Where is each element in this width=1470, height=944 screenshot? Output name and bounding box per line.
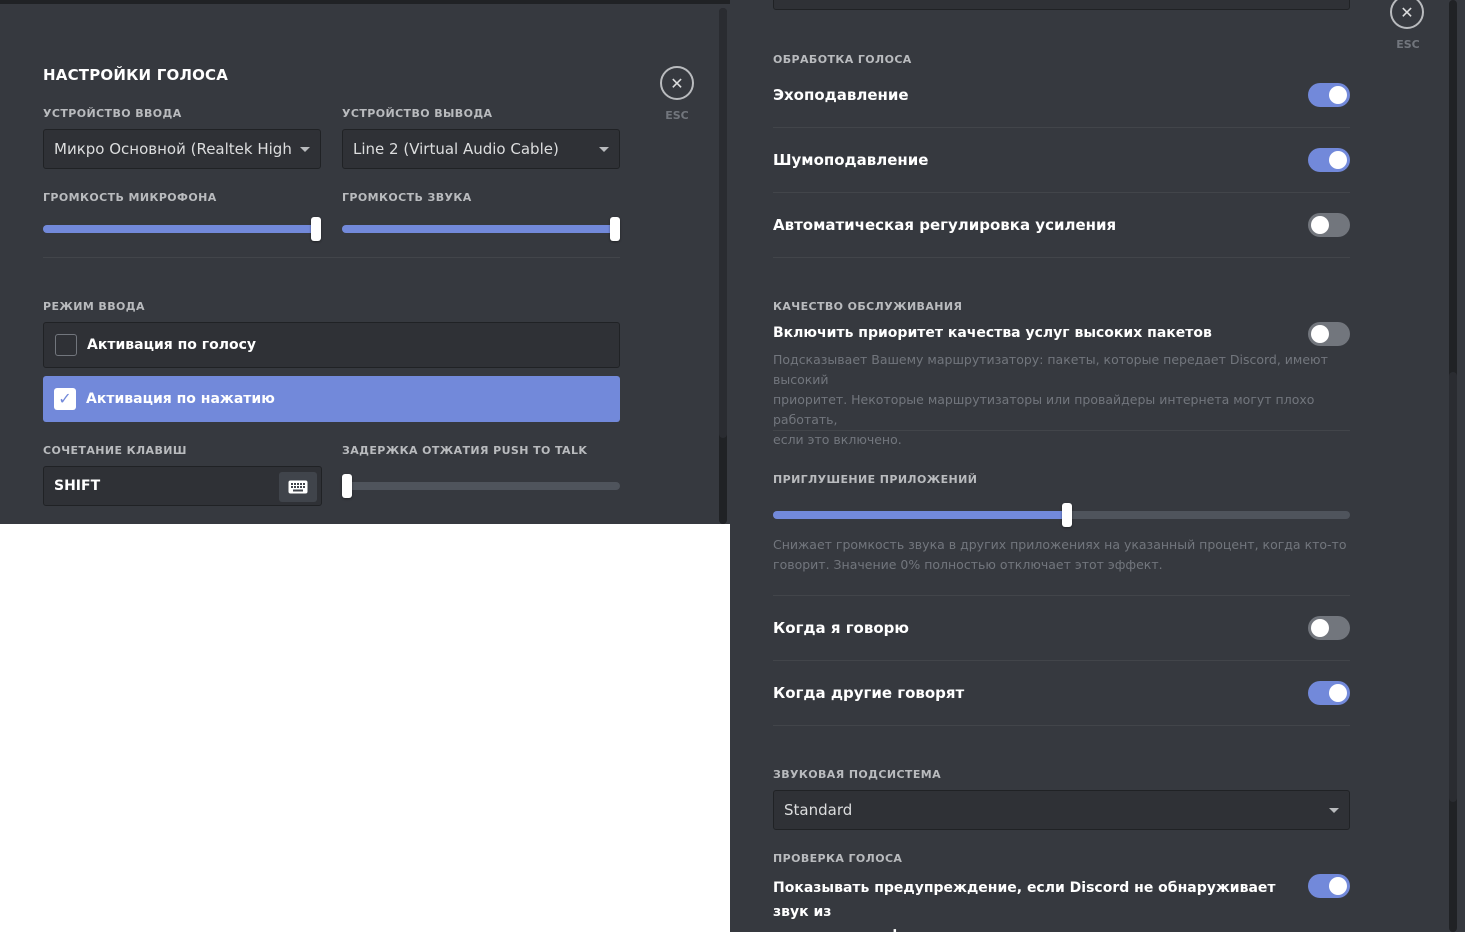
attenuation-label: ПРИГЛУШЕНИЕ ПРИЛОЖЕНИЙ bbox=[773, 473, 978, 486]
toggle-knob bbox=[1329, 151, 1347, 169]
shortcut-label: СОЧЕТАНИЕ КЛАВИШ bbox=[43, 444, 187, 457]
keyboard-button[interactable] bbox=[279, 472, 317, 502]
checkbox-icon[interactable] bbox=[55, 334, 77, 356]
output-device-value: Line 2 (Virtual Audio Cable) bbox=[353, 140, 559, 158]
noise-suppression-toggle[interactable] bbox=[1308, 148, 1350, 172]
toggle-knob bbox=[1329, 86, 1347, 104]
scroll-thumb[interactable] bbox=[719, 8, 727, 438]
mic-volume-slider[interactable] bbox=[43, 217, 321, 241]
ptt-delay-label: ЗАДЕРЖКА ОТЖАТИЯ PUSH TO TALK bbox=[342, 444, 588, 457]
sound-volume-thumb[interactable] bbox=[610, 217, 620, 241]
chevron-down-icon bbox=[300, 146, 310, 152]
qos-desc-line: Подсказывает Вашему маршрутизатору: паке… bbox=[773, 352, 1328, 387]
divider bbox=[43, 257, 620, 258]
audio-subsystem-value: Standard bbox=[784, 801, 853, 819]
voice-check-item-label: Показывать предупреждение, если Discord … bbox=[773, 876, 1293, 932]
partial-select[interactable] bbox=[773, 0, 1350, 10]
echo-cancel-label: Эхоподавление bbox=[773, 86, 909, 104]
output-device-label: УСТРОЙСТВО ВЫВОДА bbox=[342, 107, 493, 120]
keyboard-icon bbox=[288, 480, 308, 494]
when-i-speak-toggle[interactable] bbox=[1308, 616, 1350, 640]
radio-push-to-talk-label: Активация по нажатию bbox=[86, 391, 275, 407]
toggle-knob bbox=[1329, 877, 1347, 895]
close-button[interactable]: ✕ bbox=[660, 66, 694, 100]
input-device-value: Микро Основной (Realtek High D... bbox=[54, 140, 292, 158]
sound-volume-label: ГРОМКОСТЬ ЗВУКА bbox=[342, 191, 472, 204]
noise-suppression-label: Шумоподавление bbox=[773, 151, 929, 169]
voice-processing-label: ОБРАБОТКА ГОЛОСА bbox=[773, 53, 912, 66]
attenuation-fill bbox=[773, 511, 1067, 519]
ptt-delay-slider[interactable] bbox=[342, 474, 620, 498]
agc-toggle[interactable] bbox=[1308, 213, 1350, 237]
close-icon[interactable]: ✕ bbox=[660, 66, 694, 100]
checkbox-checked-icon[interactable]: ✓ bbox=[54, 388, 76, 410]
scrollbar[interactable] bbox=[719, 8, 727, 524]
toggle-knob bbox=[1311, 216, 1329, 234]
attenuation-thumb[interactable] bbox=[1062, 503, 1072, 527]
qos-desc-line: если это включено. bbox=[773, 432, 902, 447]
divider bbox=[773, 192, 1350, 193]
toggle-knob bbox=[1311, 619, 1329, 637]
divider bbox=[773, 430, 1350, 431]
attenuation-description: Снижает громкость звука в других приложе… bbox=[773, 535, 1350, 575]
qos-desc-line: приоритет. Некоторые маршрутизаторы или … bbox=[773, 392, 1315, 427]
when-i-speak-label: Когда я говорю bbox=[773, 619, 909, 637]
close-icon[interactable]: ✕ bbox=[1390, 0, 1424, 29]
page-title: НАСТРОЙКИ ГОЛОСА bbox=[43, 66, 229, 84]
when-others-speak-toggle[interactable] bbox=[1308, 681, 1350, 705]
divider bbox=[773, 725, 1350, 726]
sound-volume-slider[interactable] bbox=[342, 217, 620, 241]
mic-volume-thumb[interactable] bbox=[311, 217, 321, 241]
voice-settings-panel-left: НАСТРОЙКИ ГОЛОСА ✕ ESC УСТРОЙСТВО ВВОДА … bbox=[0, 0, 730, 524]
scroll-thumb[interactable] bbox=[1449, 372, 1457, 802]
sound-volume-fill bbox=[342, 225, 615, 233]
divider bbox=[773, 660, 1350, 661]
ptt-delay-thumb[interactable] bbox=[342, 474, 352, 498]
when-others-speak-label: Когда другие говорят bbox=[773, 684, 965, 702]
divider bbox=[773, 595, 1350, 596]
echo-cancel-toggle[interactable] bbox=[1308, 83, 1350, 107]
mic-volume-fill bbox=[43, 225, 316, 233]
radio-push-to-talk[interactable]: ✓ Активация по нажатию bbox=[43, 376, 620, 422]
voice-check-label: ПРОВЕРКА ГОЛОСА bbox=[773, 852, 903, 865]
input-device-label: УСТРОЙСТВО ВВОДА bbox=[43, 107, 182, 120]
scrollbar[interactable] bbox=[1449, 0, 1457, 932]
divider bbox=[773, 127, 1350, 128]
qos-item-label: Включить приоритет качества услуг высоки… bbox=[773, 325, 1212, 341]
agc-label: Автоматическая регулировка усиления bbox=[773, 216, 1117, 234]
voice-check-line: вашего микрофона. bbox=[773, 924, 1293, 932]
chevron-down-icon bbox=[599, 146, 609, 152]
top-bar bbox=[0, 0, 730, 4]
voice-settings-panel-right: ✕ ESC ОБРАБОТКА ГОЛОСА Эхоподавление Шум… bbox=[730, 0, 1465, 932]
esc-label: ESC bbox=[1396, 38, 1420, 51]
radio-voice-activity-label: Активация по голосу bbox=[87, 337, 257, 353]
qos-description: Подсказывает Вашему маршрутизатору: паке… bbox=[773, 350, 1350, 450]
attenuation-desc-line: Снижает громкость звука в других приложе… bbox=[773, 537, 1347, 552]
toggle-knob bbox=[1311, 325, 1329, 343]
audio-subsystem-label: ЗВУКОВАЯ ПОДСИСТЕМА bbox=[773, 768, 942, 781]
voice-check-line: Показывать предупреждение, если Discord … bbox=[773, 880, 1276, 920]
close-button[interactable]: ✕ bbox=[1390, 0, 1424, 29]
divider bbox=[773, 257, 1350, 258]
radio-voice-activity[interactable]: Активация по голосу bbox=[43, 322, 620, 368]
attenuation-desc-line: говорит. Значение 0% полностью отключает… bbox=[773, 557, 1163, 572]
input-mode-label: РЕЖИМ ВВОДА bbox=[43, 300, 145, 313]
toggle-knob bbox=[1329, 684, 1347, 702]
voice-check-toggle[interactable] bbox=[1308, 874, 1350, 898]
chevron-down-icon bbox=[1329, 807, 1339, 813]
esc-label: ESC bbox=[665, 109, 689, 122]
input-device-select[interactable]: Микро Основной (Realtek High D... bbox=[43, 129, 321, 169]
audio-subsystem-select[interactable]: Standard bbox=[773, 790, 1350, 830]
keybind-input[interactable]: SHIFT bbox=[43, 466, 322, 506]
mic-volume-label: ГРОМКОСТЬ МИКРОФОНА bbox=[43, 191, 217, 204]
attenuation-slider[interactable] bbox=[773, 503, 1350, 527]
qos-toggle[interactable] bbox=[1308, 322, 1350, 346]
qos-label: КАЧЕСТВО ОБСЛУЖИВАНИЯ bbox=[773, 300, 963, 313]
keybind-value: SHIFT bbox=[54, 478, 101, 494]
output-device-select[interactable]: Line 2 (Virtual Audio Cable) bbox=[342, 129, 620, 169]
